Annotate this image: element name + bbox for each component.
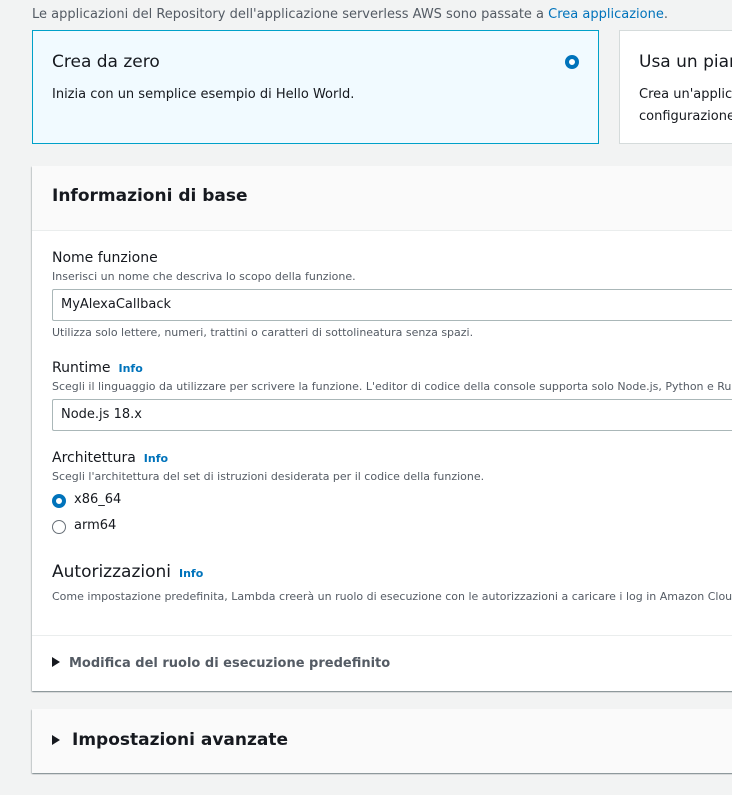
permissions-heading: Autorizzazioni Info — [52, 562, 203, 582]
notice-tail: . — [663, 7, 668, 22]
panel-header: Informazioni di base — [32, 166, 732, 231]
tile-description: Crea un'applica configurazione — [639, 84, 732, 128]
runtime-description: Scegli il linguaggio da utilizzare per s… — [52, 380, 732, 393]
architecture-option-label: x86_64 — [74, 492, 122, 507]
permissions-info-link[interactable]: Info — [179, 567, 203, 580]
tile-description-line1: Crea un'applica — [639, 87, 732, 102]
permissions-description: Come impostazione predefinita, Lambda cr… — [52, 590, 732, 603]
function-name-hint: Utilizza solo lettere, numeri, trattini … — [52, 326, 474, 339]
notice-text: Le applicazioni del Repository dell'appl… — [32, 7, 549, 22]
advanced-settings-expander[interactable]: Impostazioni avanzate — [52, 730, 288, 750]
runtime-label: Runtime Info — [52, 360, 143, 376]
function-name-input[interactable]: MyAlexaCallback — [52, 289, 732, 321]
option-tile-use-blueprint[interactable]: Usa un pian Crea un'applica configurazio… — [619, 30, 732, 144]
function-name-label: Nome funzione — [52, 250, 158, 266]
tile-title: Crea da zero — [52, 52, 160, 72]
radio-unselected-icon[interactable] — [52, 520, 66, 534]
basic-info-panel: Informazioni di base Nome funzione Inser… — [32, 166, 732, 691]
radio-selected-icon[interactable] — [52, 494, 66, 508]
tile-title: Usa un pian — [639, 52, 732, 72]
panel-title: Informazioni di base — [52, 186, 248, 206]
divider — [32, 635, 732, 636]
caret-right-icon — [52, 657, 60, 667]
architecture-label-text: Architettura — [52, 450, 136, 466]
runtime-select[interactable]: Node.js 18.x — [52, 399, 732, 431]
architecture-label: Architettura Info — [52, 450, 168, 466]
architecture-info-link[interactable]: Info — [144, 452, 168, 465]
runtime-label-text: Runtime — [52, 360, 111, 376]
tile-description: Inizia con un semplice esempio di Hello … — [52, 87, 355, 102]
expander-label: Modifica del ruolo di esecuzione predefi… — [69, 656, 391, 671]
tile-description-line2: configurazione — [639, 109, 732, 124]
runtime-info-link[interactable]: Info — [118, 362, 142, 375]
create-application-link[interactable]: Crea applicazione — [548, 7, 664, 22]
function-name-description: Inserisci un nome che descriva lo scopo … — [52, 270, 356, 283]
migration-notice: Le applicazioni del Repository dell'appl… — [32, 7, 668, 22]
permissions-heading-text: Autorizzazioni — [52, 562, 171, 582]
architecture-option-label: arm64 — [74, 518, 117, 533]
execution-role-expander[interactable]: Modifica del ruolo di esecuzione predefi… — [52, 656, 390, 671]
advanced-settings-title: Impostazioni avanzate — [72, 730, 289, 750]
architecture-description: Scegli l'architettura del set di istruzi… — [52, 470, 485, 483]
tile-radio-selected[interactable] — [565, 55, 579, 69]
advanced-settings-panel[interactable]: Impostazioni avanzate — [32, 709, 732, 773]
caret-right-icon — [52, 735, 60, 745]
option-tile-author-from-scratch[interactable]: Crea da zero Inizia con un semplice esem… — [32, 30, 599, 144]
